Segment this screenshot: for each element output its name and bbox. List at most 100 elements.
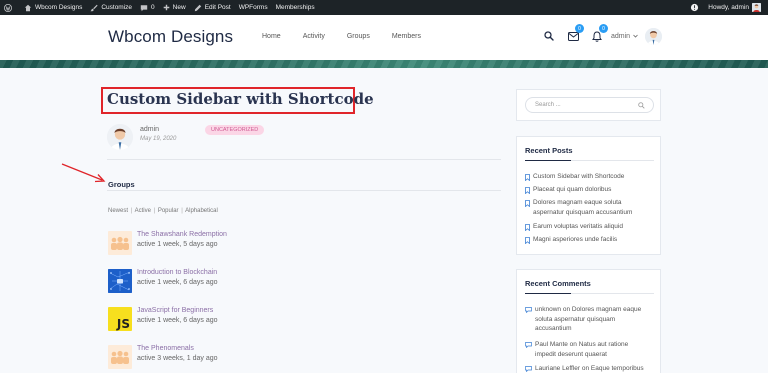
howdy-label: Howdy, admin	[708, 4, 749, 11]
admin-bar-site-name[interactable]: Wbcom Designs	[20, 0, 86, 15]
nav-members[interactable]: Members	[392, 33, 421, 40]
main-nav: Home Activity Groups Members	[262, 33, 443, 40]
group-placeholder-icon[interactable]	[108, 231, 132, 255]
group-activity: active 3 weeks, 1 day ago	[137, 355, 218, 362]
bookmark-icon	[525, 200, 530, 207]
recent-posts-title: Recent Posts	[525, 146, 573, 155]
mail-icon	[567, 31, 579, 41]
recent-comment-item[interactable]: Paul Mante on Natus aut ratione impedit d…	[525, 340, 660, 359]
group-activity: active 1 week, 5 days ago	[137, 241, 218, 248]
messages-count-badge: 0	[575, 24, 584, 33]
blockchain-icon[interactable]	[108, 269, 132, 293]
recent-comment-item[interactable]: unknown on Dolores magnam eaque soluta as…	[525, 305, 660, 334]
admin-bar-memberships[interactable]: Memberships	[272, 0, 319, 15]
admin-bar-wpforms[interactable]: WPForms	[235, 0, 272, 15]
bookmark-icon	[525, 187, 530, 194]
comment-icon	[525, 366, 532, 372]
comment-icon	[525, 342, 532, 348]
recent-post-link[interactable]: Magni asperiores unde facilis	[525, 236, 617, 244]
user-menu[interactable]: admin	[611, 33, 638, 40]
group-list-item: The Shawshank Redemption active 1 week, …	[108, 231, 408, 255]
recent-comments-widget: Recent Comments unknown on Dolores magna…	[516, 269, 661, 373]
admin-bar-customize[interactable]: Customize	[86, 0, 136, 15]
admin-bar-edit-post[interactable]: Edit Post	[190, 0, 235, 15]
wordpress-logo-icon[interactable]	[0, 0, 20, 15]
filter-newest[interactable]: Newest	[108, 208, 128, 214]
post-date: May 19, 2020	[140, 136, 177, 142]
header-banner	[0, 60, 768, 68]
nav-activity[interactable]: Activity	[303, 33, 325, 40]
groups-heading: Groups	[108, 180, 135, 189]
messages-button[interactable]: 0	[566, 24, 584, 43]
recent-post-label: Custom Sidebar with Shortcode	[533, 173, 625, 180]
author-avatar[interactable]	[107, 124, 133, 150]
site-name-label: Wbcom Designs	[35, 4, 83, 11]
nav-groups[interactable]: Groups	[347, 33, 370, 40]
recent-post-link[interactable]: Dolores magnam eaque soluta aspernatur qu…	[525, 198, 660, 217]
admin-bar-new[interactable]: New	[159, 0, 190, 15]
admin-bar-account[interactable]: Howdy, admin	[705, 0, 764, 15]
admin-bar-notification[interactable]	[687, 0, 705, 15]
search-icon[interactable]	[542, 29, 556, 43]
group-list-item: JS JavaScript for Beginners active 1 wee…	[108, 307, 408, 331]
category-badge[interactable]: UNCATEGORIZED	[205, 125, 265, 135]
js-logo-icon[interactable]: JS	[108, 307, 132, 331]
comment-icon	[525, 307, 532, 313]
header-avatar[interactable]	[645, 28, 662, 45]
bookmark-icon	[525, 237, 530, 244]
admin-bar-comments[interactable]: 0	[136, 0, 159, 15]
group-name[interactable]: JavaScript for Beginners	[137, 307, 213, 314]
js-logo-text: JS	[116, 317, 130, 331]
user-menu-label: admin	[611, 33, 631, 40]
pencil-icon	[194, 4, 201, 11]
comments-count: 0	[151, 4, 155, 11]
group-name[interactable]: The Phenomenals	[137, 345, 194, 352]
widget-title-underline	[525, 160, 654, 161]
group-placeholder-icon[interactable]	[108, 345, 132, 369]
recent-comments-title: Recent Comments	[525, 279, 591, 288]
post-author[interactable]: admin	[140, 126, 159, 133]
group-name[interactable]: The Shawshank Redemption	[137, 231, 227, 238]
recent-comment-label: unknown on Dolores magnam eaque soluta as…	[535, 306, 642, 332]
edit-post-label: Edit Post	[204, 4, 231, 11]
nav-home[interactable]: Home	[262, 33, 281, 40]
search-icon	[638, 102, 645, 109]
filter-alphabetical[interactable]: Alphabetical	[185, 208, 218, 214]
annotation-arrow-icon	[61, 163, 106, 183]
comment-icon	[140, 4, 148, 11]
groups-filter-links: Newest | Active | Popular | Alphabetical	[108, 208, 218, 214]
recent-comment-label: Lauriane Leffler on Eaque temporibus	[535, 365, 644, 372]
site-header: Wbcom Designs Home Activity Groups Membe…	[0, 15, 768, 60]
admin-bar: Wbcom Designs Customize 0 New Edit Post …	[0, 0, 768, 15]
admin-bar-avatar	[752, 3, 761, 12]
search-placeholder: Search ...	[535, 102, 561, 108]
group-name[interactable]: Introduction to Blockchain	[137, 269, 217, 276]
group-list-item: The Phenomenals active 3 weeks, 1 day ag…	[108, 345, 408, 369]
new-label: New	[172, 4, 186, 11]
recent-post-link[interactable]: Custom Sidebar with Shortcode	[525, 173, 624, 181]
recent-post-link[interactable]: Earum voluptas veritatis aliquid	[525, 223, 623, 231]
sidebar-search-input[interactable]: Search ...	[525, 97, 654, 113]
filter-separator: |	[130, 208, 133, 214]
filter-separator: |	[153, 208, 156, 214]
recent-post-label: Dolores magnam eaque soluta aspernatur qu…	[533, 199, 633, 216]
recent-comment-label: Paul Mante on Natus aut ratione impedit d…	[535, 341, 629, 358]
recent-post-label: Placeat qui quam doloribus	[533, 186, 612, 193]
filter-popular[interactable]: Popular	[158, 208, 179, 214]
recent-comment-item[interactable]: Lauriane Leffler on Eaque temporibus	[525, 364, 660, 373]
group-activity: active 1 week, 6 days ago	[137, 279, 218, 286]
notifications-count-badge: 0	[599, 24, 608, 33]
recent-post-link[interactable]: Placeat qui quam doloribus	[525, 186, 611, 194]
home-icon	[24, 4, 32, 11]
recent-post-label: Magni asperiores unde facilis	[533, 236, 618, 243]
brush-icon	[90, 4, 98, 11]
site-title[interactable]: Wbcom Designs	[108, 27, 233, 47]
memberships-label: Memberships	[275, 4, 315, 11]
filter-active[interactable]: Active	[135, 208, 151, 214]
divider	[107, 190, 501, 191]
search-widget: Search ...	[516, 89, 661, 121]
notifications-button[interactable]: 0	[590, 24, 608, 43]
page-title: Custom Sidebar with Shortcode	[107, 90, 374, 108]
recent-post-label: Earum voluptas veritatis aliquid	[533, 223, 623, 230]
wpforms-label: WPForms	[238, 4, 268, 11]
